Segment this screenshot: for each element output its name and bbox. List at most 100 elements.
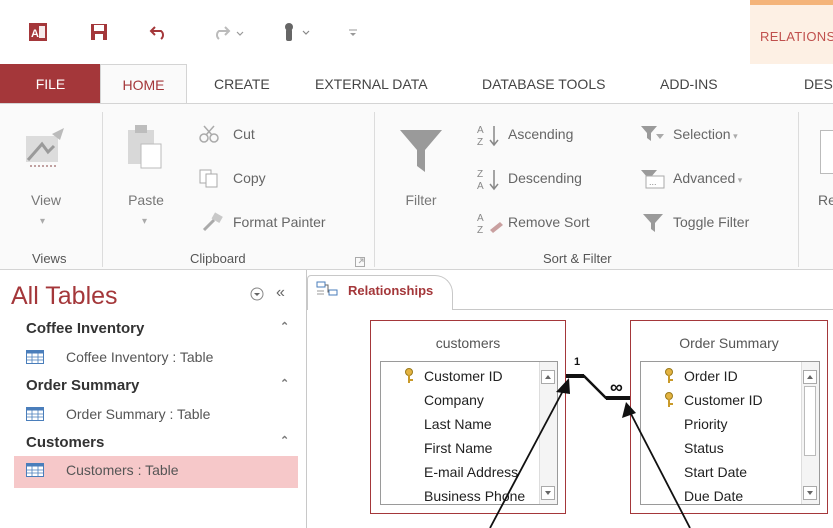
collapse-group-icon[interactable]: ⌃: [280, 377, 289, 390]
cut-button[interactable]: Cut: [233, 126, 255, 142]
field-list-order-summary[interactable]: Order ID Customer ID Priority Status Sta…: [640, 361, 820, 505]
nav-item-customers[interactable]: Customers : Table: [14, 456, 298, 488]
access-app-icon[interactable]: A: [27, 20, 49, 44]
save-icon[interactable]: [88, 20, 110, 44]
table-box-customers[interactable]: customers Customer ID Company Last Name …: [370, 320, 566, 514]
field-list-customers[interactable]: Customer ID Company Last Name First Name…: [380, 361, 558, 505]
primary-key-icon: [405, 368, 413, 383]
remove-sort-icon[interactable]: AZ: [476, 210, 504, 241]
sort-descending-icon[interactable]: ZA: [476, 166, 504, 197]
table-box-order-summary[interactable]: Order Summary Order ID Customer ID Prior…: [630, 320, 828, 514]
table-icon: [26, 407, 44, 421]
cut-icon[interactable]: [198, 124, 220, 149]
view-dropdown-icon[interactable]: ▾: [40, 216, 45, 227]
svg-text:A: A: [477, 125, 484, 136]
format-painter-icon[interactable]: [200, 212, 224, 237]
nav-group-header-coffee-inventory[interactable]: Coffee Inventory ⌃: [14, 320, 298, 344]
tab-design[interactable]: DES: [804, 64, 833, 104]
scroll-down-icon[interactable]: [541, 486, 555, 500]
view-icon[interactable]: [24, 126, 68, 175]
nav-item-order-summary[interactable]: Order Summary : Table: [14, 400, 298, 430]
svg-text:Z: Z: [477, 169, 483, 180]
nav-item-label: Order Summary : Table: [66, 406, 211, 422]
table-icon: [26, 350, 44, 364]
field-company[interactable]: Company: [424, 392, 484, 408]
field-due-date[interactable]: Due Date: [684, 488, 743, 504]
svg-text:A: A: [477, 213, 484, 224]
field-order-id[interactable]: Order ID: [684, 368, 738, 384]
relationship-tools-context-tab[interactable]: RELATIONS: [750, 0, 833, 64]
copy-icon[interactable]: [198, 168, 220, 193]
ascending-button[interactable]: Ascending: [508, 126, 573, 142]
field-email-address[interactable]: E-mail Address: [424, 464, 518, 480]
group-label-clipboard: Clipboard: [190, 251, 246, 266]
tab-database-tools[interactable]: DATABASE TOOLS: [482, 64, 605, 104]
ribbon: View ▾ Views Paste ▾ Cut Copy Format Pai…: [0, 103, 833, 270]
filter-icon[interactable]: [398, 128, 444, 181]
paste-dropdown-icon[interactable]: ▾: [142, 216, 147, 227]
redo-icon[interactable]: [210, 20, 246, 44]
tab-create[interactable]: CREATE: [214, 64, 270, 104]
paste-icon[interactable]: [125, 122, 165, 175]
group-separator: [798, 112, 799, 267]
nav-pane-title[interactable]: All Tables: [11, 282, 118, 311]
remove-sort-button[interactable]: Remove Sort: [508, 214, 590, 230]
refresh-all-button[interactable]: Re: [818, 192, 833, 208]
nav-item-label: Customers : Table: [66, 462, 179, 478]
refresh-all-icon[interactable]: [820, 130, 833, 174]
svg-text:A: A: [31, 28, 39, 40]
field-status[interactable]: Status: [684, 440, 724, 456]
tab-relationships[interactable]: Relationships: [307, 275, 453, 311]
table-box-title[interactable]: Order Summary: [631, 335, 827, 351]
selection-icon[interactable]: [640, 124, 666, 151]
scroll-up-icon[interactable]: [541, 370, 555, 384]
undo-icon[interactable]: [148, 20, 170, 44]
customize-qat-icon[interactable]: [346, 20, 360, 44]
filter-button[interactable]: Filter: [396, 192, 446, 208]
paste-button[interactable]: Paste: [124, 192, 168, 208]
tab-add-ins[interactable]: ADD-INS: [660, 64, 718, 104]
shutter-bar-close-icon[interactable]: «: [276, 284, 285, 302]
nav-item-coffee-inventory[interactable]: Coffee Inventory : Table: [14, 343, 298, 373]
descending-button[interactable]: Descending: [508, 170, 582, 186]
group-separator: [102, 112, 103, 267]
touch-mode-icon[interactable]: [280, 20, 316, 44]
sort-ascending-icon[interactable]: AZ: [476, 122, 504, 153]
nav-menu-dropdown-icon[interactable]: [250, 287, 264, 306]
scroll-down-icon[interactable]: [803, 486, 817, 500]
nav-group-header-customers[interactable]: Customers ⌃: [14, 434, 298, 458]
field-start-date[interactable]: Start Date: [684, 464, 747, 480]
field-first-name[interactable]: First Name: [424, 440, 492, 456]
collapse-group-icon[interactable]: ⌃: [280, 320, 289, 333]
format-painter-button[interactable]: Format Painter: [233, 214, 326, 230]
scroll-thumb[interactable]: [804, 386, 816, 456]
scroll-up-icon[interactable]: [803, 370, 817, 384]
selection-button[interactable]: Selection ▾: [673, 126, 738, 142]
view-button[interactable]: View: [24, 192, 68, 208]
toggle-filter-icon[interactable]: [642, 212, 666, 239]
table-box-title[interactable]: customers: [371, 335, 565, 351]
field-priority[interactable]: Priority: [684, 416, 728, 432]
nav-group-header-order-summary[interactable]: Order Summary ⌃: [14, 377, 298, 401]
toggle-filter-button[interactable]: Toggle Filter: [673, 214, 749, 230]
tab-home[interactable]: HOME: [100, 64, 187, 106]
collapse-group-icon[interactable]: ⌃: [280, 434, 289, 447]
tab-file[interactable]: FILE: [0, 64, 101, 104]
vertical-scrollbar[interactable]: [801, 362, 819, 504]
group-label-views: Views: [32, 251, 67, 266]
vertical-scrollbar[interactable]: [539, 362, 557, 504]
field-business-phone[interactable]: Business Phone: [424, 488, 525, 504]
advanced-filter-icon[interactable]: ...: [640, 168, 666, 195]
advanced-label: Advanced: [673, 170, 736, 186]
field-last-name[interactable]: Last Name: [424, 416, 492, 432]
nav-item-label: Coffee Inventory : Table: [66, 349, 214, 365]
advanced-button[interactable]: Advanced ▾: [673, 170, 742, 186]
field-customer-id[interactable]: Customer ID: [684, 392, 763, 408]
quick-access-toolbar: A RELATIONS: [0, 0, 833, 64]
svg-text:Z: Z: [477, 225, 483, 236]
primary-key-icon: [665, 392, 673, 407]
field-customer-id[interactable]: Customer ID: [424, 368, 503, 384]
nav-group-label: Order Summary: [26, 377, 140, 394]
copy-button[interactable]: Copy: [233, 170, 266, 186]
tab-external-data[interactable]: EXTERNAL DATA: [315, 64, 428, 104]
